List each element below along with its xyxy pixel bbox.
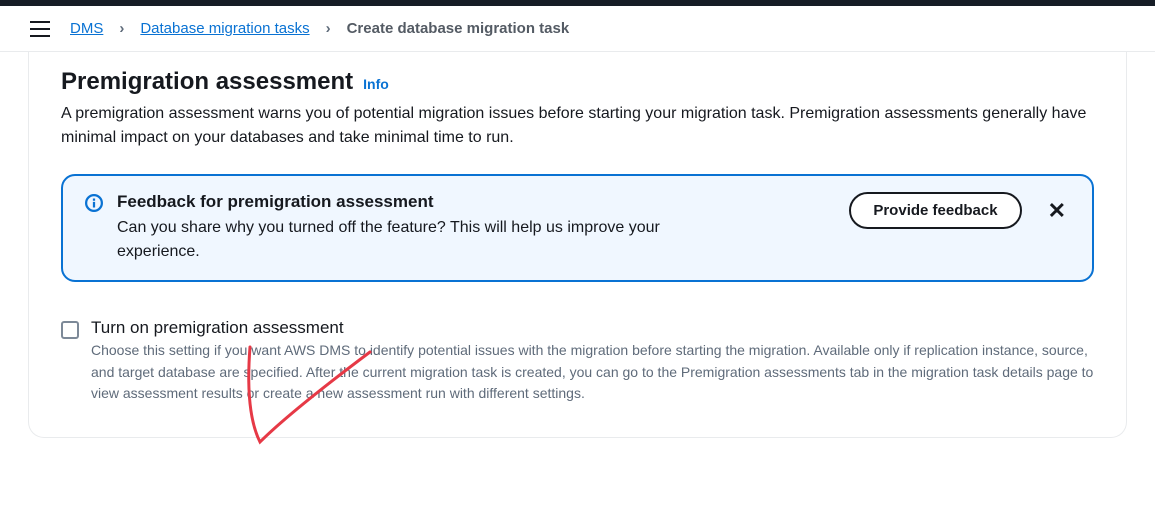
alert-text: Can you share why you turned off the fea… (117, 216, 677, 264)
hamburger-menu-icon[interactable] (30, 21, 50, 37)
breadcrumb-link-dms[interactable]: DMS (70, 20, 103, 37)
alert-title: Feedback for premigration assessment (117, 192, 835, 212)
chevron-right-icon: › (119, 20, 124, 37)
breadcrumb: DMS › Database migration tasks › Create … (70, 20, 569, 37)
feedback-alert: Feedback for premigration assessment Can… (61, 174, 1094, 282)
breadcrumb-bar: DMS › Database migration tasks › Create … (0, 6, 1155, 52)
section-title: Premigration assessment (61, 68, 353, 96)
section-description: A premigration assessment warns you of p… (61, 102, 1094, 150)
chevron-right-icon: › (326, 20, 331, 37)
provide-feedback-button[interactable]: Provide feedback (849, 192, 1021, 229)
breadcrumb-current: Create database migration task (347, 20, 570, 37)
close-icon[interactable]: ✕ (1044, 194, 1070, 228)
breadcrumb-link-tasks[interactable]: Database migration tasks (140, 20, 309, 37)
checkbox-description: Choose this setting if you want AWS DMS … (91, 340, 1094, 405)
info-icon (85, 194, 103, 217)
premigration-panel: Premigration assessment Info A premigrat… (28, 52, 1127, 438)
info-link[interactable]: Info (363, 76, 389, 92)
premigration-checkbox-row: Turn on premigration assessment Choose t… (61, 318, 1094, 405)
premigration-checkbox[interactable] (61, 321, 79, 339)
checkbox-label: Turn on premigration assessment (91, 318, 1094, 338)
